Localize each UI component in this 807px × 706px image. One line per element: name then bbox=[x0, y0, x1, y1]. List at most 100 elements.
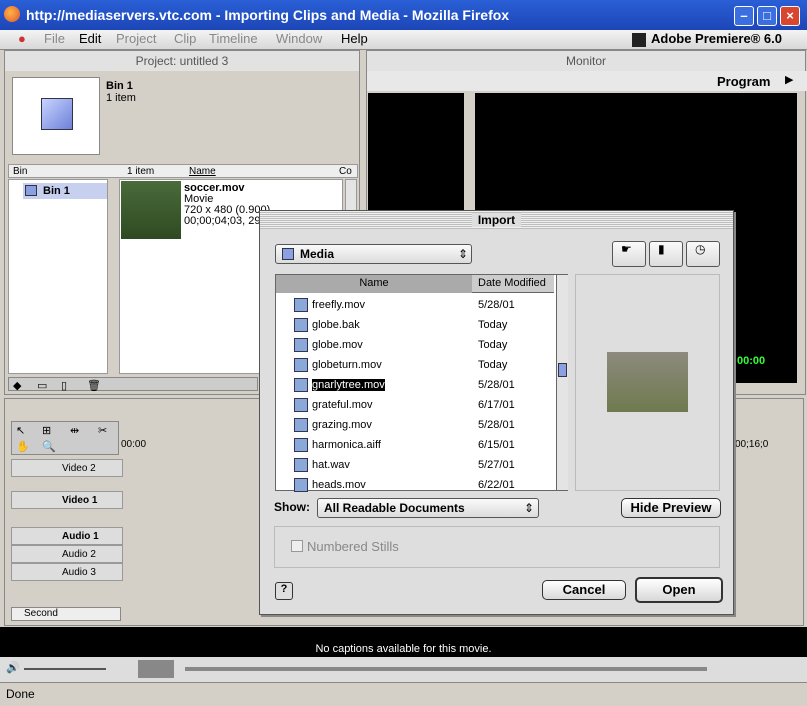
open-button[interactable]: Open bbox=[635, 577, 723, 603]
col-count: 1 item bbox=[127, 166, 155, 177]
file-name: freefly.mov bbox=[312, 299, 365, 311]
window-title: http://mediaservers.vtc.com - Importing … bbox=[26, 7, 510, 23]
folder-icon bbox=[25, 185, 37, 196]
tree-item-bin1[interactable]: Bin 1 bbox=[23, 183, 107, 199]
menu-file[interactable]: File bbox=[44, 31, 65, 46]
program-label: Program bbox=[717, 74, 771, 89]
file-row[interactable]: heads.mov 6/22/01 bbox=[276, 475, 554, 495]
file-list-header: Name Date Modified bbox=[276, 275, 554, 293]
file-row[interactable]: gnarlytree.mov 5/28/01 bbox=[276, 375, 554, 395]
menu-timeline[interactable]: Timeline bbox=[209, 31, 258, 46]
col-extra[interactable]: Co bbox=[339, 166, 352, 177]
find-icon[interactable]: ◆ bbox=[13, 379, 21, 392]
rolling-tool-icon[interactable]: ⇹ bbox=[70, 424, 79, 437]
folder-popup[interactable]: Media ⇕ bbox=[275, 244, 472, 264]
zoom-select[interactable]: Second bbox=[11, 607, 121, 621]
maximize-button[interactable]: □ bbox=[757, 6, 777, 26]
file-name: grazing.mov bbox=[312, 419, 372, 431]
zoom-tool-icon[interactable]: 🔍 bbox=[42, 440, 56, 453]
file-icon bbox=[294, 458, 308, 472]
file-row[interactable]: freefly.mov 5/28/01 bbox=[276, 295, 554, 315]
col-date-header[interactable]: Date Modified bbox=[478, 277, 546, 289]
file-row[interactable]: globe.bak Today bbox=[276, 315, 554, 335]
scroll-thumb[interactable] bbox=[558, 363, 567, 377]
help-icon[interactable]: ? bbox=[275, 582, 293, 600]
file-name: heads.mov bbox=[312, 479, 366, 491]
playback-buttons[interactable] bbox=[138, 660, 174, 678]
folder-icon bbox=[41, 98, 73, 130]
cancel-button[interactable]: Cancel bbox=[542, 580, 626, 600]
project-title: Project: untitled 3 bbox=[5, 51, 359, 71]
numbered-stills-checkbox[interactable] bbox=[291, 540, 303, 552]
file-list-scrollbar[interactable] bbox=[556, 275, 568, 490]
clock-icon: ◷ bbox=[695, 242, 706, 256]
volume-slider[interactable] bbox=[24, 668, 106, 670]
file-row[interactable]: grateful.mov 6/17/01 bbox=[276, 395, 554, 415]
options-group: Numbered Stills bbox=[274, 526, 720, 568]
file-icon bbox=[294, 418, 308, 432]
file-date: 5/28/01 bbox=[478, 419, 515, 431]
col-name[interactable]: Name bbox=[189, 166, 216, 177]
selection-tool-icon[interactable]: ↖ bbox=[16, 424, 25, 437]
clip-duration: 00;00;04;03, 29 bbox=[184, 215, 261, 227]
track-label: Video 2 bbox=[62, 463, 96, 474]
program-timecode: 00:00 bbox=[737, 355, 766, 367]
file-name: harmonica.aiff bbox=[312, 439, 381, 451]
file-row[interactable]: grazing.mov 5/28/01 bbox=[276, 415, 554, 435]
track-audio3[interactable]: Audio 3 bbox=[11, 563, 123, 581]
bin-count: 1 item bbox=[106, 92, 136, 104]
file-date: 6/15/01 bbox=[478, 439, 515, 451]
range-tool-icon[interactable]: ⊞ bbox=[42, 424, 51, 437]
track-label: Audio 2 bbox=[62, 549, 96, 560]
track-video2[interactable]: Video 2 bbox=[11, 459, 123, 477]
track-label: Video 1 bbox=[62, 495, 98, 506]
close-button[interactable]: × bbox=[780, 6, 800, 26]
seek-bar[interactable] bbox=[185, 667, 707, 671]
volume-icon[interactable]: 🔊 bbox=[6, 661, 20, 674]
file-row[interactable]: globe.mov Today bbox=[276, 335, 554, 355]
zoom-value: Second bbox=[24, 608, 58, 619]
file-date: 5/27/01 bbox=[478, 459, 515, 471]
menu-bar: ● File Edit Project Clip Timeline Window… bbox=[0, 30, 807, 50]
file-name: globeturn.mov bbox=[312, 359, 382, 371]
bin-name: Bin 1 bbox=[106, 80, 133, 92]
menu-project[interactable]: Project bbox=[116, 31, 156, 46]
track-audio1[interactable]: Audio 1 bbox=[11, 527, 123, 545]
file-icon bbox=[294, 378, 308, 392]
col-name-header[interactable]: Name bbox=[276, 275, 472, 293]
razor-tool-icon[interactable]: ✂ bbox=[98, 424, 107, 437]
hand-tool-icon[interactable]: ✋ bbox=[16, 440, 30, 453]
program-menu-icon[interactable]: ▶ bbox=[785, 73, 793, 86]
minimize-button[interactable]: – bbox=[734, 6, 754, 26]
project-column-header: Bin 1 item Name Co bbox=[8, 164, 358, 178]
menu-help[interactable]: Help bbox=[341, 31, 368, 46]
delete-icon[interactable]: 🗑 bbox=[87, 379, 101, 392]
track-video1[interactable]: Video 1 bbox=[11, 491, 123, 509]
file-date: Today bbox=[478, 319, 508, 331]
track-audio2[interactable]: Audio 2 bbox=[11, 545, 123, 563]
menu-clip[interactable]: Clip bbox=[174, 31, 196, 46]
new-bin-icon[interactable]: ▭ bbox=[37, 379, 47, 392]
apple-icon[interactable]: ● bbox=[18, 31, 26, 46]
file-row[interactable]: globeturn.mov Today bbox=[276, 355, 554, 375]
file-row[interactable]: hat.wav 5/27/01 bbox=[276, 455, 554, 475]
caption-text: No captions available for this movie. bbox=[315, 643, 492, 655]
hide-preview-button[interactable]: Hide Preview bbox=[621, 498, 721, 518]
menu-edit[interactable]: Edit bbox=[79, 31, 101, 46]
preview-area bbox=[575, 274, 720, 491]
show-popup[interactable]: All Readable Documents ⇕ bbox=[317, 498, 539, 518]
col-bin[interactable]: Bin bbox=[13, 166, 27, 177]
file-date: Today bbox=[478, 359, 508, 371]
dialog-titlebar[interactable]: Import bbox=[260, 211, 733, 229]
tree-item-label: Bin 1 bbox=[43, 185, 70, 197]
new-item-icon[interactable]: ▯ bbox=[61, 379, 67, 392]
shortcuts-button[interactable]: ☛ bbox=[612, 241, 646, 267]
file-name: globe.bak bbox=[312, 319, 360, 331]
firefox-icon bbox=[4, 6, 20, 22]
premiere-icon bbox=[632, 33, 646, 47]
file-row[interactable]: harmonica.aiff 6/15/01 bbox=[276, 435, 554, 455]
clip-thumbnail[interactable] bbox=[121, 181, 181, 239]
recent-button[interactable]: ◷ bbox=[686, 241, 720, 267]
favorites-button[interactable]: ▮ bbox=[649, 241, 683, 267]
menu-window[interactable]: Window bbox=[276, 31, 322, 46]
